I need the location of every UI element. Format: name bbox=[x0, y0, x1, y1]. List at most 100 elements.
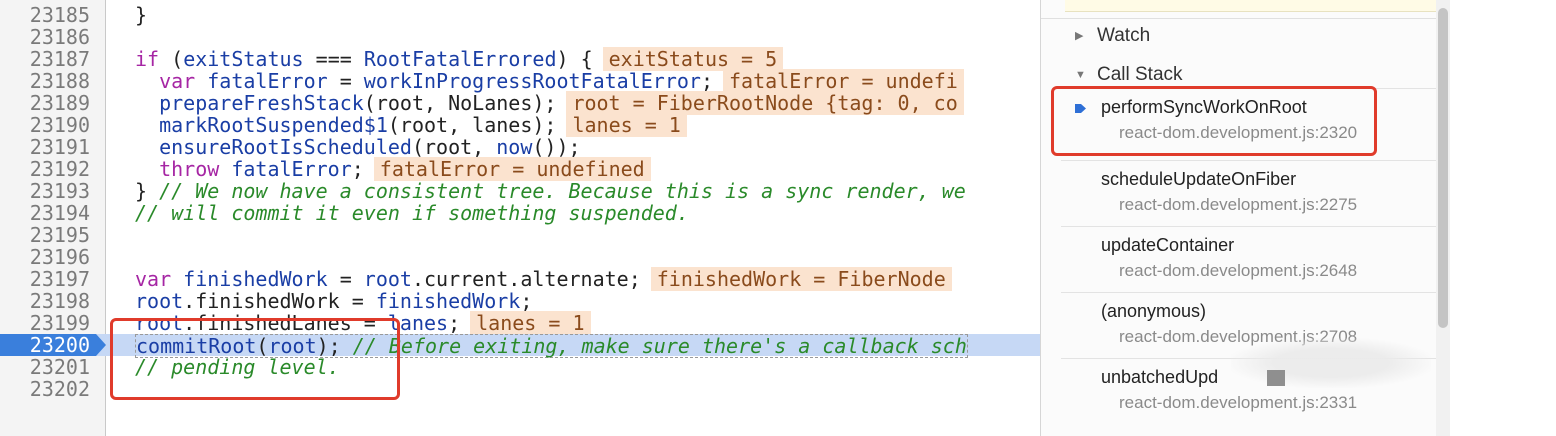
code-line[interactable]: 23185} bbox=[0, 4, 1040, 26]
line-number[interactable]: 23187 bbox=[0, 48, 96, 70]
code-text: } // We now have a consistent tree. Beca… bbox=[135, 180, 966, 202]
code-token: root bbox=[363, 267, 412, 291]
code-line[interactable]: 23198 root.finishedWork = finishedWork; bbox=[0, 290, 1040, 312]
line-number[interactable]: 23185 bbox=[0, 4, 96, 26]
code-token: ; bbox=[520, 289, 533, 313]
line-number[interactable]: 23186 bbox=[0, 26, 96, 48]
code-text: if (exitStatus === RootFatalErrored) {ex… bbox=[135, 47, 784, 71]
code-token: // We now have a consistent tree. Becaus… bbox=[159, 179, 966, 203]
inline-value-hint: exitStatus = 5 bbox=[602, 47, 784, 71]
code-token: if bbox=[135, 47, 160, 71]
code-line[interactable]: 23190 markRootSuspended$1(root, lanes); l… bbox=[0, 113, 1040, 137]
code-text: root.finishedWork = finishedWork; bbox=[135, 290, 532, 312]
line-number[interactable]: 23195 bbox=[0, 224, 96, 246]
inline-value-hint: fatalError = undefi bbox=[723, 69, 964, 93]
line-number[interactable]: 23188 bbox=[0, 70, 96, 92]
inline-value-hint: lanes = 1 bbox=[470, 311, 591, 335]
code-text: } bbox=[135, 4, 147, 26]
code-token: = bbox=[327, 69, 364, 93]
code-line[interactable]: 23197 var finishedWork = root.current.alt… bbox=[0, 267, 1040, 291]
code-token: now bbox=[496, 135, 533, 159]
code-token: (root, bbox=[411, 135, 497, 159]
expand-triangle-icon: ▶ bbox=[1075, 30, 1084, 42]
frame-function-name: unbatchedUpd bbox=[1101, 367, 1219, 387]
line-number[interactable]: 23202 bbox=[0, 378, 96, 400]
line-number[interactable]: 23190 bbox=[0, 114, 96, 136]
watch-section-header[interactable]: ▶ Watch bbox=[1041, 18, 1436, 52]
call-stack-frame[interactable]: scheduleUpdateOnFiber react-dom.developm… bbox=[1061, 160, 1436, 222]
code-token: var bbox=[135, 69, 196, 93]
code-line[interactable]: 23188 var fatalError = workInProgressRoo… bbox=[0, 69, 1040, 93]
code-line[interactable]: 23193} // We now have a consistent tree.… bbox=[0, 180, 1040, 202]
code-token: // Before exiting, make sure there's a c… bbox=[352, 334, 967, 358]
redaction-mark bbox=[1267, 370, 1285, 386]
code-token: prepareFreshStack bbox=[135, 91, 364, 115]
code-text: var fatalError = workInProgressRootFatal… bbox=[135, 69, 964, 93]
line-number[interactable]: 23191 bbox=[0, 136, 96, 158]
code-token: throw bbox=[135, 157, 220, 181]
code-token: fatalError bbox=[219, 157, 352, 181]
code-token: workInProgressRootFatalError bbox=[363, 69, 701, 93]
code-text: markRootSuspended$1(root, lanes); lanes =… bbox=[135, 113, 687, 137]
code-token: (root, lanes); bbox=[387, 113, 557, 137]
line-number[interactable]: 23197 bbox=[0, 268, 96, 290]
code-line[interactable]: 23192 throw fatalError; fatalError = unde… bbox=[0, 157, 1040, 181]
code-token: finishedWork bbox=[171, 267, 328, 291]
code-line[interactable]: 23195 bbox=[0, 224, 1040, 246]
inline-value-hint: lanes = 1 bbox=[566, 113, 687, 137]
code-token: var bbox=[135, 267, 172, 291]
source-code-pane: 23185} 23186 23187 if (exitStatus === RootF… bbox=[0, 0, 1040, 436]
frame-location: react-dom.development.js:2275 bbox=[1119, 195, 1358, 214]
line-number[interactable]: 23196 bbox=[0, 246, 96, 268]
code-token: ; bbox=[351, 157, 364, 181]
code-line[interactable]: 23186 bbox=[0, 26, 1040, 48]
line-number[interactable]: 23193 bbox=[0, 180, 96, 202]
code-token: .finishedWork = bbox=[183, 289, 376, 313]
code-token: ()); bbox=[532, 135, 581, 159]
highlight-annotation-box bbox=[110, 318, 400, 400]
code-token: === bbox=[303, 47, 364, 71]
inline-value-hint: fatalError = undefined bbox=[373, 157, 651, 181]
redaction-blur bbox=[1231, 338, 1431, 388]
side-panel-scrollbar[interactable] bbox=[1436, 0, 1450, 436]
paused-banner-strip bbox=[1065, 0, 1436, 12]
code-token: ensureRootIsScheduled bbox=[135, 135, 412, 159]
line-number[interactable]: 23199 bbox=[0, 312, 96, 334]
code-token: ( bbox=[159, 47, 184, 71]
code-text: ensureRootIsScheduled(root, now()); bbox=[135, 135, 581, 159]
line-number[interactable]: 23201 bbox=[0, 356, 96, 378]
highlight-annotation-box bbox=[1051, 86, 1377, 156]
code-line[interactable]: 23189 prepareFreshStack(root, NoLanes); r… bbox=[0, 91, 1040, 115]
line-number[interactable]: 23192 bbox=[0, 158, 96, 180]
code-text: var finishedWork = root.current.alternat… bbox=[135, 267, 952, 291]
scrollbar-thumb[interactable] bbox=[1438, 8, 1448, 328]
code-token: ; bbox=[448, 311, 461, 335]
watch-label: Watch bbox=[1097, 25, 1151, 46]
debugger-side-panel: ▶ Watch ▼ Call Stack performSyncWorkOnRo… bbox=[1040, 0, 1436, 436]
code-token: fatalError bbox=[195, 69, 328, 93]
inline-value-hint: root = FiberRootNode {tag: 0, co bbox=[566, 91, 964, 115]
code-line[interactable]: 23187 if (exitStatus === RootFatalErrored… bbox=[0, 47, 1040, 71]
code-line[interactable]: 23191 ensureRootIsScheduled(root, now())… bbox=[0, 136, 1040, 158]
code-text: // will commit it even if something susp… bbox=[135, 202, 689, 224]
code-token: = bbox=[327, 267, 364, 291]
line-number[interactable]: 23198 bbox=[0, 290, 96, 312]
code-token: } bbox=[135, 179, 160, 203]
code-token: finishedWork bbox=[375, 289, 521, 313]
frame-location: react-dom.development.js:2648 bbox=[1119, 261, 1358, 280]
call-stack-frame[interactable]: updateContainer react-dom.development.js… bbox=[1061, 226, 1436, 288]
line-number[interactable]: 23194 bbox=[0, 202, 96, 224]
code-token: } bbox=[135, 3, 148, 27]
line-number[interactable]: 23200 bbox=[0, 334, 106, 356]
code-line[interactable]: 23196 bbox=[0, 246, 1040, 268]
code-text: throw fatalError; fatalError = undefined bbox=[135, 157, 651, 181]
code-token: (root, NoLanes); bbox=[363, 91, 557, 115]
code-line[interactable]: 23194 // will commit it even if something… bbox=[0, 202, 1040, 224]
frame-function-name: scheduleUpdateOnFiber bbox=[1101, 169, 1297, 189]
code-token: ) { bbox=[556, 47, 593, 71]
code-token: exitStatus bbox=[183, 47, 304, 71]
code-token: markRootSuspended$1 bbox=[135, 113, 388, 137]
code-token: .current.alternate; bbox=[411, 267, 641, 291]
frame-function-name: (anonymous) bbox=[1101, 301, 1207, 321]
line-number[interactable]: 23189 bbox=[0, 92, 96, 114]
